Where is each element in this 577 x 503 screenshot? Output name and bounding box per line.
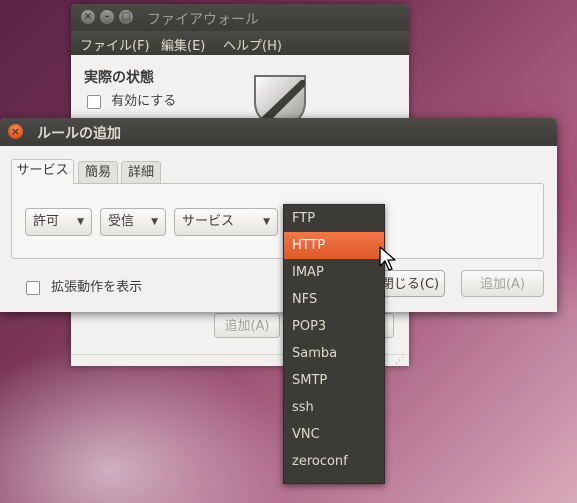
minimize-icon[interactable]: – <box>100 10 114 24</box>
enable-checkbox[interactable] <box>87 94 101 109</box>
close-icon[interactable]: × <box>8 124 23 139</box>
direction-combo[interactable]: 受信 ▼ <box>100 208 166 236</box>
menu-item-ssh[interactable]: ssh <box>284 394 384 421</box>
close-icon[interactable]: × <box>81 10 95 24</box>
policy-value: 許可 <box>33 214 60 229</box>
menu-item-ftp[interactable]: FTP <box>284 205 384 232</box>
close-button-label: 閉じる(C) <box>380 277 440 292</box>
expand-option[interactable]: 拡張動作を表示 <box>26 276 142 295</box>
menu-item-smtp[interactable]: SMTP <box>284 367 384 394</box>
firewall-add-button[interactable]: 追加(A) <box>214 313 280 338</box>
tab-panel: 許可 ▼ 受信 ▼ サービス ▼ <box>11 183 544 259</box>
maximize-icon[interactable]: □ <box>119 10 133 24</box>
mouse-pointer-icon <box>379 246 396 271</box>
menu-item-http[interactable]: HTTP <box>284 232 384 259</box>
service-dropdown-menu: FTP HTTP IMAP NFS POP3 Samba SMTP ssh VN… <box>283 204 385 484</box>
chevron-down-icon: ▼ <box>263 217 270 227</box>
tab-simple[interactable]: 簡易 <box>78 161 118 183</box>
menu-edit[interactable]: 編集(E) <box>161 35 205 54</box>
menu-file[interactable]: ファイル(F) <box>80 35 150 54</box>
dialog-title: ルールの追加 <box>37 126 121 142</box>
menu-item-samba[interactable]: Samba <box>284 340 384 367</box>
firewall-titlebar[interactable]: × – □ ファイアウォール <box>71 4 409 31</box>
service-combo[interactable]: サービス ▼ <box>174 208 278 236</box>
menu-help[interactable]: ヘルプ(H) <box>223 35 282 54</box>
chevron-down-icon: ▼ <box>77 217 84 227</box>
tab-advanced[interactable]: 詳細 <box>121 161 161 183</box>
policy-combo[interactable]: 許可 ▼ <box>25 208 92 236</box>
service-value: サービス <box>182 214 235 229</box>
add-button[interactable]: 追加(A) <box>461 270 544 297</box>
dialog-titlebar[interactable]: × ルールの追加 <box>0 118 557 146</box>
resize-grip-icon[interactable]: ⋰ <box>395 356 405 366</box>
enable-row[interactable]: 有効にする <box>87 90 176 109</box>
menu-item-vnc[interactable]: VNC <box>284 421 384 448</box>
window-title: ファイアウォール <box>147 12 259 28</box>
menu-item-pop3[interactable]: POP3 <box>284 313 384 340</box>
expand-checkbox[interactable] <box>26 280 40 295</box>
tab-service[interactable]: サービス <box>11 159 74 184</box>
status-heading: 実際の状態 <box>84 70 154 86</box>
enable-label: 有効にする <box>111 94 177 109</box>
direction-value: 受信 <box>108 214 135 229</box>
menu-item-zeroconf[interactable]: zeroconf <box>284 448 384 475</box>
chevron-down-icon: ▼ <box>151 217 158 227</box>
expand-label: 拡張動作を表示 <box>51 280 143 295</box>
add-rule-dialog: × ルールの追加 サービス 簡易 詳細 許可 ▼ 受信 ▼ サービス ▼ 拡張動… <box>0 118 557 312</box>
menu-item-nfs[interactable]: NFS <box>284 286 384 313</box>
menubar: ファイル(F) 編集(E) ヘルプ(H) <box>71 31 409 55</box>
menu-item-imap[interactable]: IMAP <box>284 259 384 286</box>
